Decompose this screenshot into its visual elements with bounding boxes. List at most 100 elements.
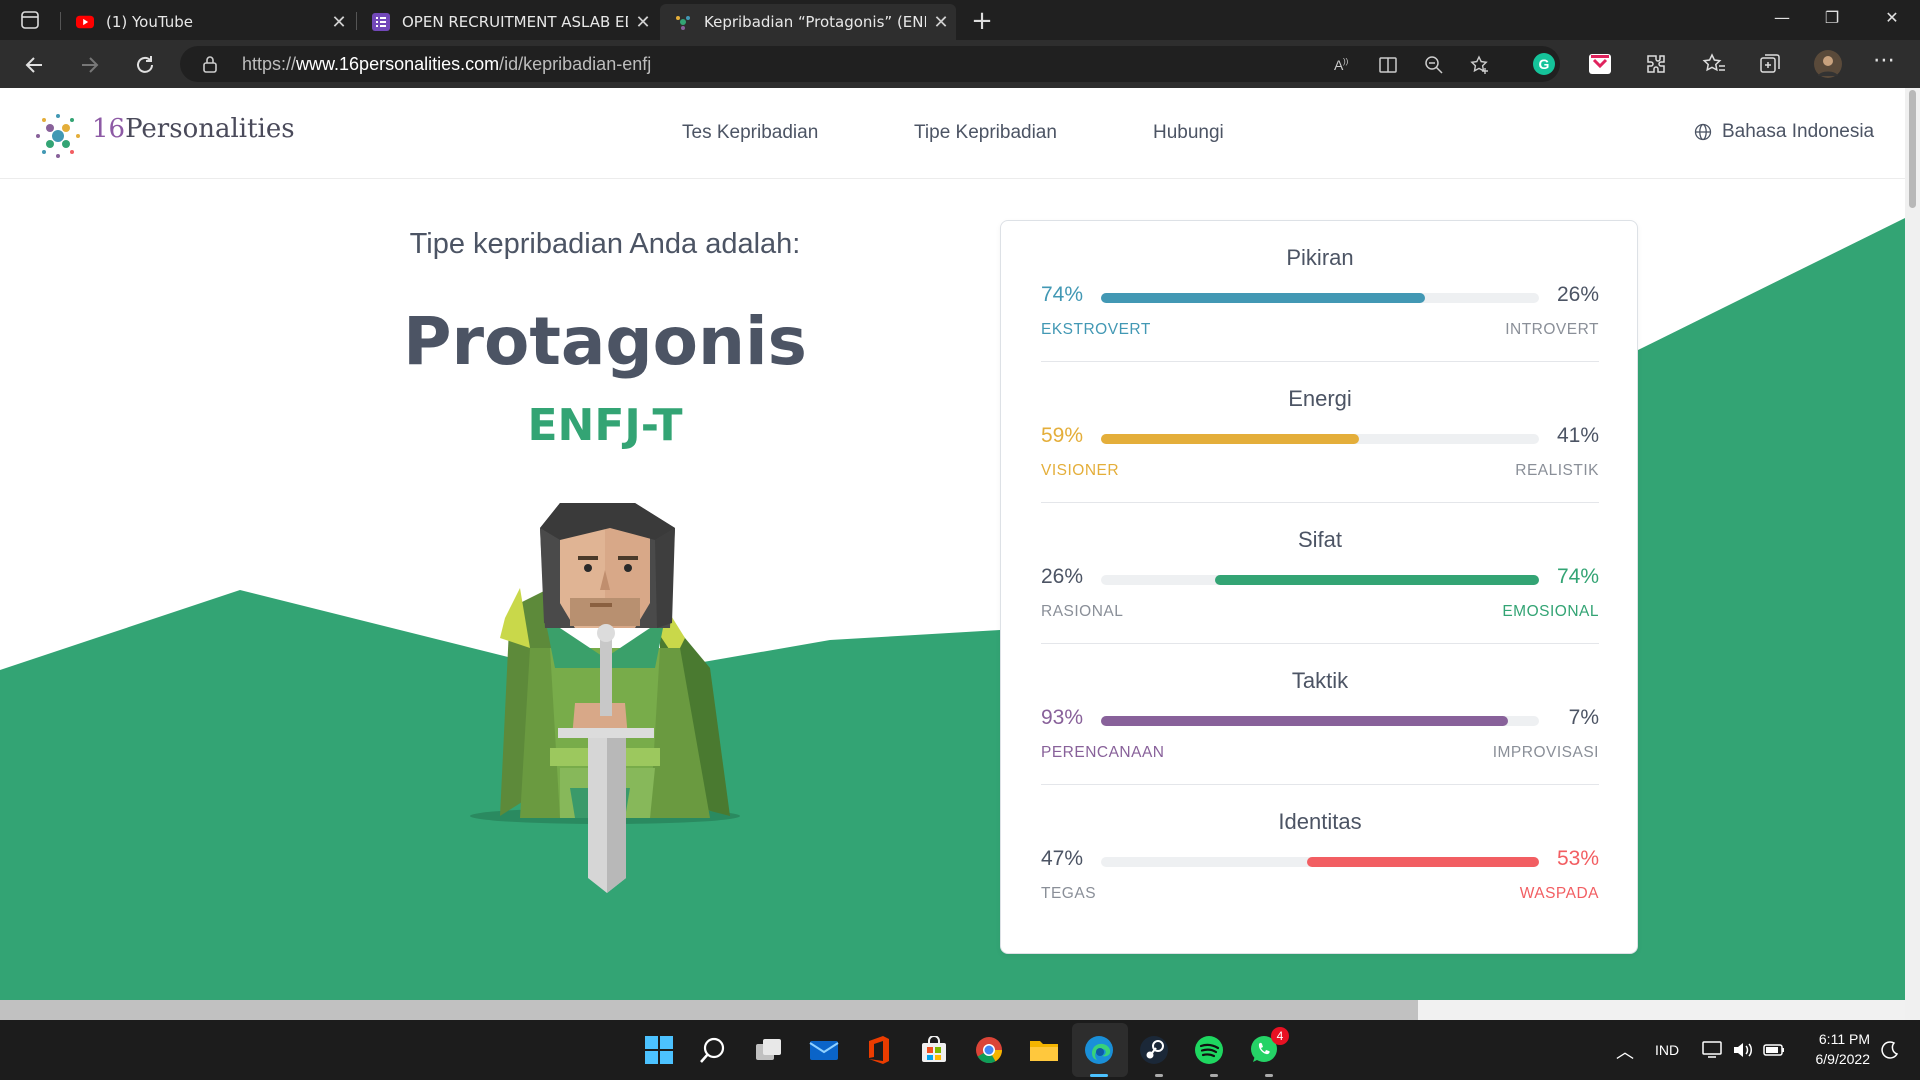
trait-title: Identitas bbox=[1278, 809, 1362, 834]
language-selector[interactable]: Bahasa Indonesia bbox=[1694, 121, 1874, 143]
youtube-icon bbox=[76, 13, 94, 31]
tab-youtube[interactable]: (1) YouTube ✕ bbox=[62, 4, 354, 40]
result-intro: Tipe kepribadian Anda adalah: bbox=[409, 228, 801, 260]
volume-icon[interactable] bbox=[1732, 1040, 1754, 1060]
trait-bar-fill bbox=[1214, 575, 1539, 585]
globe-icon bbox=[1694, 123, 1712, 141]
task-view-icon[interactable] bbox=[752, 1033, 786, 1067]
trait-right-percent: 26% bbox=[1556, 283, 1599, 306]
network-icon[interactable] bbox=[1702, 1040, 1724, 1060]
new-tab-button[interactable]: + bbox=[966, 6, 998, 36]
grammarly-icon[interactable]: G bbox=[1532, 52, 1556, 76]
trait-bar-fill bbox=[1306, 857, 1539, 867]
trait-title: Taktik bbox=[1291, 668, 1349, 693]
16personalities-icon bbox=[674, 13, 692, 31]
trait-bar bbox=[1101, 434, 1539, 444]
close-tab-icon[interactable]: ✕ bbox=[628, 12, 658, 33]
add-favorite-icon[interactable] bbox=[1470, 55, 1490, 75]
forward-icon[interactable] bbox=[76, 52, 102, 78]
edge-icon[interactable] bbox=[1082, 1033, 1116, 1067]
nav-tes-kepribadian[interactable]: Tes Kepribadian bbox=[682, 122, 818, 144]
trait-left-percent: 26% bbox=[1041, 565, 1084, 588]
scrollbar-thumb[interactable] bbox=[0, 1000, 1418, 1020]
tab-recruitment-form[interactable]: OPEN RECRUITMENT ASLAB EDE ✕ bbox=[358, 4, 658, 40]
logo-wordmark[interactable]: 16Personalities bbox=[92, 114, 295, 144]
traits-card: Pikiran 74% 26% EKSTROVERT INTROVERT Ene… bbox=[1000, 220, 1638, 954]
minimize-button[interactable]: — bbox=[1762, 8, 1802, 27]
trait-title: Energi bbox=[1288, 386, 1352, 411]
scrollbar-thumb[interactable] bbox=[1909, 90, 1916, 208]
windows-taskbar: 4 ︿ IND 6:11 PM 6/9/2022 bbox=[0, 1020, 1920, 1080]
clock-time[interactable]: 6:11 PM bbox=[1800, 1031, 1870, 1047]
restore-button[interactable]: ❐ bbox=[1812, 8, 1852, 27]
trait-left-label: EKSTROVERT bbox=[1041, 321, 1151, 338]
trait-pikiran: Pikiran 74% 26% EKSTROVERT INTROVERT bbox=[1041, 221, 1599, 362]
input-language[interactable]: IND bbox=[1655, 1042, 1679, 1058]
tab-actions-icon[interactable] bbox=[20, 10, 40, 30]
trait-title: Sifat bbox=[1297, 527, 1343, 552]
personality-type-name: Protagonis bbox=[403, 303, 807, 380]
url-text[interactable]: https://www.16personalities.com/id/kepri… bbox=[242, 54, 651, 75]
back-icon[interactable] bbox=[22, 52, 48, 78]
trait-bar-fill bbox=[1101, 293, 1426, 303]
immersive-reader-icon[interactable] bbox=[1378, 55, 1398, 75]
close-tab-icon[interactable]: ✕ bbox=[324, 12, 354, 33]
refresh-icon[interactable] bbox=[132, 52, 158, 78]
svg-text:G: G bbox=[1539, 56, 1550, 72]
address-bar[interactable]: https://www.16personalities.com/id/kepri… bbox=[180, 46, 1560, 82]
svg-text:)): )) bbox=[1343, 57, 1349, 66]
extensions-icon[interactable] bbox=[1644, 52, 1668, 76]
collections-icon[interactable] bbox=[1758, 52, 1782, 76]
start-icon[interactable] bbox=[642, 1033, 676, 1067]
settings-more-icon[interactable]: ⋯ bbox=[1864, 48, 1904, 73]
trait-left-percent: 93% bbox=[1041, 706, 1084, 729]
pocket-icon[interactable] bbox=[1588, 52, 1612, 76]
16personalities-logo-icon[interactable] bbox=[28, 106, 88, 166]
nav-hubungi[interactable]: Hubungi bbox=[1153, 122, 1224, 144]
running-indicator bbox=[1210, 1074, 1218, 1077]
trait-title: Pikiran bbox=[1286, 245, 1354, 270]
trait-right-label: IMPROVISASI bbox=[1492, 744, 1599, 761]
trait-left-percent: 59% bbox=[1041, 424, 1084, 447]
trait-taktik: Taktik 93% 7% PERENCANAAN IMPROVISASI bbox=[1041, 644, 1599, 785]
tab-16personalities[interactable]: Kepribadian “Protagonis” (ENFJ) ✕ bbox=[660, 4, 956, 40]
file-explorer-icon[interactable] bbox=[1027, 1033, 1061, 1067]
trait-right-percent: 7% bbox=[1568, 706, 1599, 729]
vertical-scrollbar[interactable] bbox=[1905, 88, 1920, 1020]
browser-tab-bar: (1) YouTube ✕ OPEN RECRUITMENT ASLAB EDE… bbox=[0, 0, 1920, 40]
browser-toolbar: https://www.16personalities.com/id/kepri… bbox=[0, 40, 1920, 88]
chrome-icon[interactable] bbox=[972, 1033, 1006, 1067]
lock-icon[interactable] bbox=[202, 55, 218, 73]
mail-icon[interactable] bbox=[807, 1033, 841, 1067]
active-indicator bbox=[1090, 1074, 1108, 1077]
favorites-icon[interactable] bbox=[1702, 52, 1726, 76]
trait-left-label: TEGAS bbox=[1041, 885, 1097, 902]
profile-avatar[interactable] bbox=[1814, 50, 1842, 78]
tab-separator bbox=[356, 12, 357, 30]
show-hidden-icons-chevron-icon[interactable]: ︿ bbox=[1616, 1038, 1634, 1064]
focus-assist-moon-icon[interactable] bbox=[1880, 1040, 1900, 1060]
trait-bar bbox=[1101, 857, 1539, 867]
trait-left-percent: 74% bbox=[1041, 283, 1084, 306]
zoom-icon[interactable] bbox=[1424, 55, 1444, 75]
close-tab-icon[interactable]: ✕ bbox=[926, 12, 956, 33]
spotify-icon[interactable] bbox=[1192, 1033, 1226, 1067]
microsoft-store-icon[interactable] bbox=[917, 1033, 951, 1067]
running-indicator bbox=[1265, 1074, 1273, 1077]
tab-separator bbox=[60, 12, 61, 30]
office-icon[interactable] bbox=[862, 1033, 896, 1067]
battery-icon[interactable] bbox=[1762, 1040, 1786, 1060]
trait-right-percent: 53% bbox=[1556, 847, 1599, 870]
read-aloud-icon[interactable]: A)) bbox=[1332, 55, 1352, 75]
trait-sifat: Sifat 26% 74% RASIONAL EMOSIONAL bbox=[1041, 503, 1599, 644]
whatsapp-icon[interactable]: 4 bbox=[1247, 1027, 1289, 1067]
trait-right-percent: 74% bbox=[1556, 565, 1599, 588]
web-page: 16Personalities Tes Kepribadian Tipe Kep… bbox=[0, 88, 1905, 1000]
search-icon[interactable] bbox=[696, 1033, 730, 1067]
clock-date[interactable]: 6/9/2022 bbox=[1800, 1051, 1871, 1067]
horizontal-scrollbar[interactable] bbox=[0, 1000, 1905, 1020]
trait-right-label: WASPADA bbox=[1519, 885, 1599, 902]
steam-icon[interactable] bbox=[1137, 1033, 1171, 1067]
close-window-button[interactable]: ✕ bbox=[1872, 8, 1912, 27]
nav-tipe-kepribadian[interactable]: Tipe Kepribadian bbox=[914, 122, 1057, 144]
